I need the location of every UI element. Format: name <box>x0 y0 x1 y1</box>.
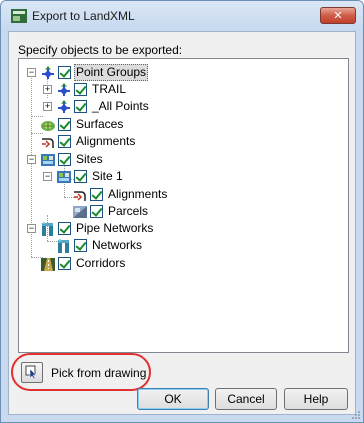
tree-item-pipe-networks[interactable]: Pipe Networks <box>40 220 155 237</box>
expand-icon[interactable]: + <box>43 85 52 94</box>
expand-icon[interactable]: + <box>43 102 52 111</box>
tree-item-point-groups[interactable]: Point Groups <box>40 64 149 81</box>
checkbox-all-points[interactable] <box>74 100 87 113</box>
tree-item-all-points[interactable]: _All Points <box>56 98 151 115</box>
tree-item-label: Site 1 <box>92 169 123 183</box>
checkbox-corridors[interactable] <box>58 257 71 270</box>
alignment-icon <box>42 137 54 148</box>
tree-item-label: TRAIL <box>92 82 127 96</box>
checkbox-networks[interactable] <box>74 239 87 252</box>
checkbox-trail[interactable] <box>74 83 87 96</box>
checkbox-alignments[interactable] <box>58 135 71 148</box>
checkbox-parcels[interactable] <box>90 205 103 218</box>
point-group-icon <box>58 99 70 113</box>
tree-item-label: _All Points <box>92 99 149 113</box>
pipe-network-icon <box>58 238 69 253</box>
tree-item-sites[interactable]: Sites <box>40 151 105 168</box>
tree-item-site-alignments[interactable]: Alignments <box>72 186 169 203</box>
checkbox-point-groups[interactable] <box>58 66 71 79</box>
tree-item-label: Pipe Networks <box>76 221 154 235</box>
checkbox-pipe-networks[interactable] <box>58 222 71 235</box>
tree-item-parcels[interactable]: Parcels <box>72 203 150 220</box>
tree-item-label: Corridors <box>76 256 126 270</box>
tree-item-label: Alignments <box>76 134 136 148</box>
tree-item-corridors[interactable]: Corridors <box>40 255 127 272</box>
pick-cursor-icon <box>25 365 37 380</box>
collapse-icon[interactable]: − <box>27 68 36 77</box>
alignment-icon <box>74 190 86 201</box>
tree-item-site-1[interactable]: Site 1 <box>56 168 125 185</box>
checkbox-site-alignments[interactable] <box>90 188 103 201</box>
point-group-icon <box>58 82 70 96</box>
cancel-button[interactable]: Cancel <box>215 388 277 410</box>
collapse-icon[interactable]: − <box>27 155 36 164</box>
close-button[interactable]: ✕ <box>320 7 356 24</box>
tree-item-label: Surfaces <box>76 117 124 131</box>
surface-icon <box>41 120 55 131</box>
parcel-icon <box>73 205 87 218</box>
resize-grip-icon[interactable] <box>351 410 361 420</box>
tree-item-label: Networks <box>92 238 143 252</box>
tree-item-label: Parcels <box>108 204 149 218</box>
pipe-networks-icon <box>42 221 53 236</box>
help-button[interactable]: Help <box>284 388 348 410</box>
ok-button[interactable]: OK <box>137 388 209 410</box>
tree-item-label: Sites <box>76 152 103 166</box>
checkbox-sites[interactable] <box>58 153 71 166</box>
title-bar[interactable]: Export to LandXML ✕ <box>1 1 363 31</box>
tree-item-trail[interactable]: TRAIL <box>56 81 128 98</box>
instruction-label: Specify objects to be exported: <box>18 43 183 57</box>
collapse-icon[interactable]: − <box>43 172 52 181</box>
object-tree[interactable]: − Point Groups + TRAIL + _All Points Sur… <box>18 58 349 353</box>
window-title: Export to LandXML <box>32 9 135 23</box>
tree-item-label: Alignments <box>108 187 168 201</box>
tree-item-label: Point Groups <box>74 64 149 81</box>
collapse-icon[interactable]: − <box>27 224 36 233</box>
point-groups-icon <box>42 65 54 79</box>
pick-from-drawing-button[interactable] <box>21 362 43 383</box>
corridor-icon <box>41 257 55 271</box>
checkbox-site-1[interactable] <box>74 170 87 183</box>
checkbox-surfaces[interactable] <box>58 118 71 131</box>
tree-item-alignments[interactable]: Alignments <box>40 133 137 150</box>
app-icon <box>11 9 27 23</box>
pick-from-drawing-label[interactable]: Pick from drawing <box>51 366 146 380</box>
close-icon: ✕ <box>333 10 343 22</box>
sites-icon <box>41 153 55 166</box>
tree-item-networks[interactable]: Networks <box>56 237 144 254</box>
tree-item-surfaces[interactable]: Surfaces <box>40 116 125 133</box>
site-icon <box>57 170 71 183</box>
export-dialog: Export to LandXML ✕ Specify objects to b… <box>0 0 364 423</box>
dialog-body: Specify objects to be exported: − Point … <box>8 31 356 415</box>
